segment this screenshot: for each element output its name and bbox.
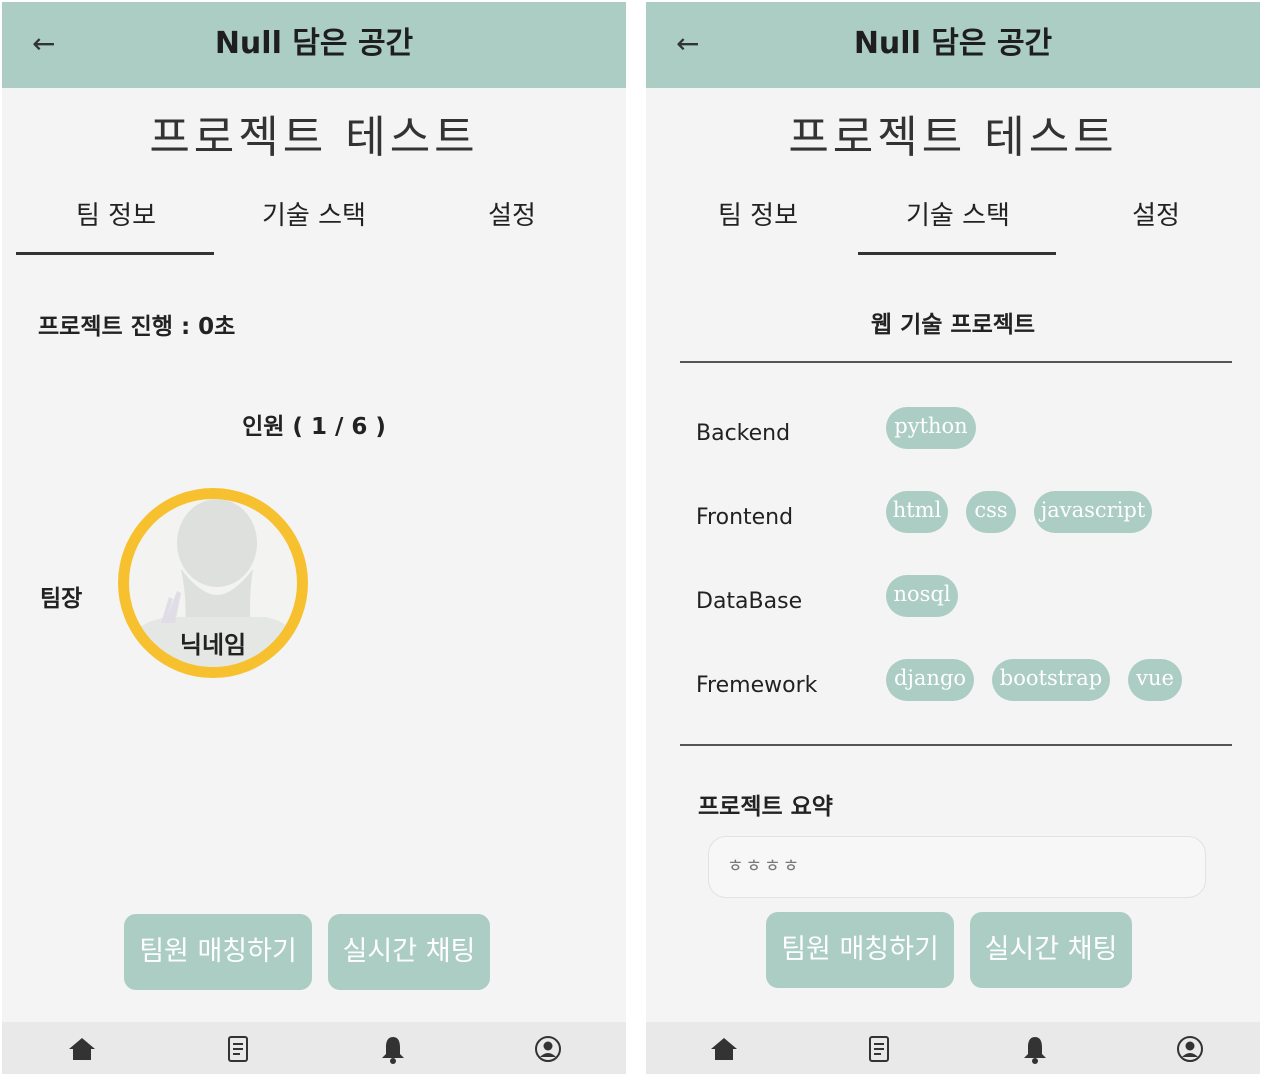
home-icon[interactable]	[67, 1034, 97, 1064]
tab-team-info[interactable]: 팀 정보	[16, 198, 216, 234]
document-icon[interactable]	[223, 1034, 253, 1064]
team-match-button[interactable]: 팀원 매칭하기	[766, 912, 954, 988]
document-icon[interactable]	[864, 1034, 894, 1064]
divider-bottom	[680, 744, 1232, 746]
profile-icon[interactable]	[533, 1034, 563, 1064]
tab-settings[interactable]: 설정	[412, 198, 612, 234]
project-progress: 프로젝트 진행 : 0초	[38, 314, 236, 340]
summary-label: 프로젝트 요약	[698, 794, 833, 820]
home-icon[interactable]	[709, 1034, 739, 1064]
tech-chip: django	[886, 659, 974, 701]
app-title: Null 담은 공간	[214, 26, 414, 61]
tech-chip: bootstrap	[992, 659, 1110, 701]
tab-tech-stack[interactable]: 기술 스택	[858, 198, 1058, 234]
live-chat-button[interactable]: 실시간 채팅	[328, 914, 490, 990]
tech-chip: css	[966, 491, 1016, 533]
tech-chip: nosql	[886, 575, 958, 617]
tech-category: 웹 기술 프로젝트	[870, 312, 1036, 338]
tech-chip: javascript	[1034, 491, 1152, 533]
app-title: Null 담은 공간	[853, 26, 1053, 61]
bottom-nav	[646, 1022, 1260, 1074]
leader-nickname: 닉네임	[179, 631, 247, 659]
tech-chip: vue	[1128, 659, 1182, 701]
summary-field[interactable]: ㅎㅎㅎㅎ	[708, 836, 1206, 898]
bell-icon[interactable]	[378, 1034, 408, 1064]
member-count: 인원 ( 1 / 6 )	[242, 414, 386, 440]
project-title: 프로젝트 테스트	[149, 112, 479, 163]
stack-label-frontend: Frontend	[696, 505, 794, 530]
team-match-button[interactable]: 팀원 매칭하기	[124, 914, 312, 990]
stack-label-database: DataBase	[696, 589, 803, 614]
bell-icon[interactable]	[1020, 1034, 1050, 1064]
leader-avatar[interactable]: 닉네임	[118, 488, 308, 678]
profile-icon[interactable]	[1175, 1034, 1205, 1064]
app-bar: ← Null 담은 공간	[646, 2, 1260, 88]
app-bar: ← Null 담은 공간	[2, 2, 626, 88]
tech-chip: python	[886, 407, 976, 449]
tech-chip: html	[886, 491, 948, 533]
bottom-nav	[2, 1022, 626, 1074]
tab-tech-stack[interactable]: 기술 스택	[214, 198, 414, 234]
leader-label: 팀장	[40, 586, 83, 612]
team-info-screen: ← Null 담은 공간 프로젝트 테스트 팀 정보 기술 스택 설정 프로젝트…	[2, 2, 626, 1074]
divider-top	[680, 361, 1232, 363]
stack-label-backend: Backend	[696, 421, 791, 446]
stack-label-framework: Fremework	[696, 673, 818, 698]
active-tab-indicator	[858, 252, 1056, 255]
tab-settings[interactable]: 설정	[1056, 198, 1256, 234]
tab-team-info[interactable]: 팀 정보	[658, 198, 858, 234]
active-tab-indicator	[16, 252, 214, 255]
live-chat-button[interactable]: 실시간 채팅	[970, 912, 1132, 988]
project-title: 프로젝트 테스트	[788, 112, 1118, 163]
tech-stack-screen: ← Null 담은 공간 프로젝트 테스트 팀 정보 기술 스택 설정 웹 기술…	[646, 2, 1260, 1074]
